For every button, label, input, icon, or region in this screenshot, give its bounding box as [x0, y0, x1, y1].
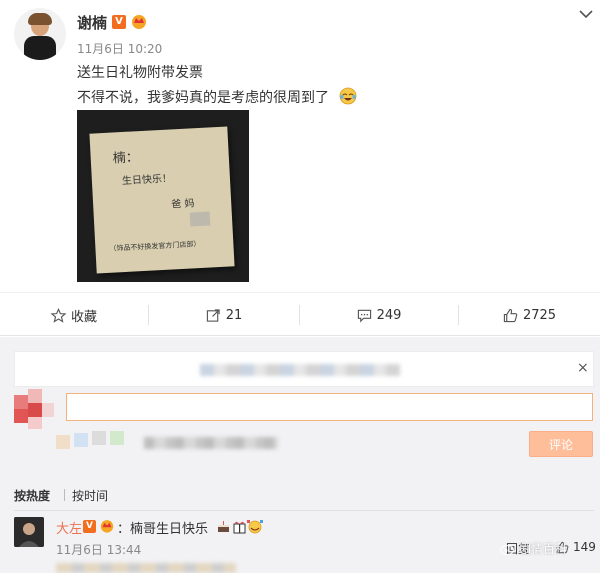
vip-crown-icon: [100, 520, 114, 533]
submit-comment-button[interactable]: 评论: [529, 431, 593, 457]
favorite-label: 收藏: [70, 309, 97, 325]
repost-count: 21: [225, 307, 243, 323]
comment-section: × 评论 按热度 按时间 大左 V ：楠哥生日快乐 11月6日 13:44 回复…: [0, 337, 600, 573]
note-line-4: （饰品不好换发官方门店部）: [109, 239, 200, 253]
note-line-2: 生日快乐！: [122, 171, 173, 187]
vip-crown-icon: [132, 15, 146, 29]
comment-text: ：楠哥生日快乐: [117, 522, 209, 537]
comment-input[interactable]: [66, 393, 593, 421]
blurred-emoji-toolbar[interactable]: [56, 425, 136, 451]
comment-like-count: 149: [573, 540, 596, 554]
avatar-body: [24, 36, 56, 60]
thumbs-up-icon: [503, 308, 518, 322]
divider: [64, 489, 65, 501]
post-action-bar: 收藏 21 249 2725: [0, 292, 600, 336]
note-line-3: 爸 妈: [171, 196, 195, 210]
weibo-post: 谢楠 V 11月6日 10:20 送生日礼物附带发票 不得不说，我爹妈真的是考虑…: [0, 0, 600, 292]
note-line-1: 楠：: [112, 150, 139, 166]
divider: [14, 510, 594, 511]
blurred-options: [144, 437, 278, 449]
author-avatar[interactable]: [14, 8, 66, 60]
like-button[interactable]: 2725: [459, 293, 600, 337]
chevron-down-icon[interactable]: [578, 8, 594, 20]
blur-patch: [189, 211, 211, 227]
comment-date: 11月6日 13:44: [56, 543, 142, 557]
comment-icon: [357, 309, 371, 322]
post-time[interactable]: 11月6日 10:20: [77, 40, 162, 57]
favorite-button[interactable]: 收藏: [0, 293, 148, 337]
user-avatar-mosaic[interactable]: [14, 389, 54, 429]
cake-emoji-icon: [218, 521, 229, 532]
post-text-line-1: 送生日礼物附带发票: [77, 65, 203, 81]
verified-icon: V: [112, 15, 126, 29]
watermark-text: 剧情百科: [519, 542, 568, 556]
weibo-logo-icon: [500, 544, 515, 555]
comment-count: 249: [376, 307, 402, 323]
repost-button[interactable]: 21: [149, 293, 299, 337]
sort-by-time[interactable]: 按时间: [72, 487, 108, 504]
repost-icon: [206, 308, 220, 322]
avatar-graphic: [14, 517, 44, 547]
comment-notice-bar: ×: [14, 351, 594, 387]
sort-by-hot[interactable]: 按热度: [14, 487, 50, 504]
watermark: 剧情百科: [500, 540, 567, 557]
verified-icon: V: [83, 520, 96, 533]
like-count: 2725: [522, 307, 557, 323]
avatar-hair: [28, 13, 52, 25]
comment-button[interactable]: 249: [300, 293, 458, 337]
post-photo[interactable]: 楠： 生日快乐！ 爸 妈 （饰品不好换发官方门店部）: [77, 110, 249, 282]
commenter-avatar[interactable]: [14, 517, 44, 547]
author-name[interactable]: 谢楠: [77, 12, 107, 33]
close-icon[interactable]: ×: [577, 360, 589, 376]
gift-emoji-icon: [233, 521, 246, 534]
handwriting-graphic: 楠： 生日快乐！ 爸 妈 （饰品不好换发官方门店部）: [109, 150, 211, 253]
sticky-note: 楠： 生日快乐！ 爸 妈 （饰品不好换发官方门店部）: [89, 126, 235, 274]
post-text-line-2: 不得不说，我爹妈真的是考虑的很周到了: [77, 90, 329, 106]
laugh-cry-emoji-icon: [339, 87, 357, 105]
blurred-notice: [200, 364, 400, 376]
comment-sort-bar: 按热度 按时间: [0, 482, 600, 511]
commenter-name[interactable]: 大左: [56, 518, 82, 537]
celebrate-emoji-icon: [247, 520, 263, 534]
blurred-reply-preview: [56, 563, 236, 573]
star-icon: [50, 307, 66, 323]
